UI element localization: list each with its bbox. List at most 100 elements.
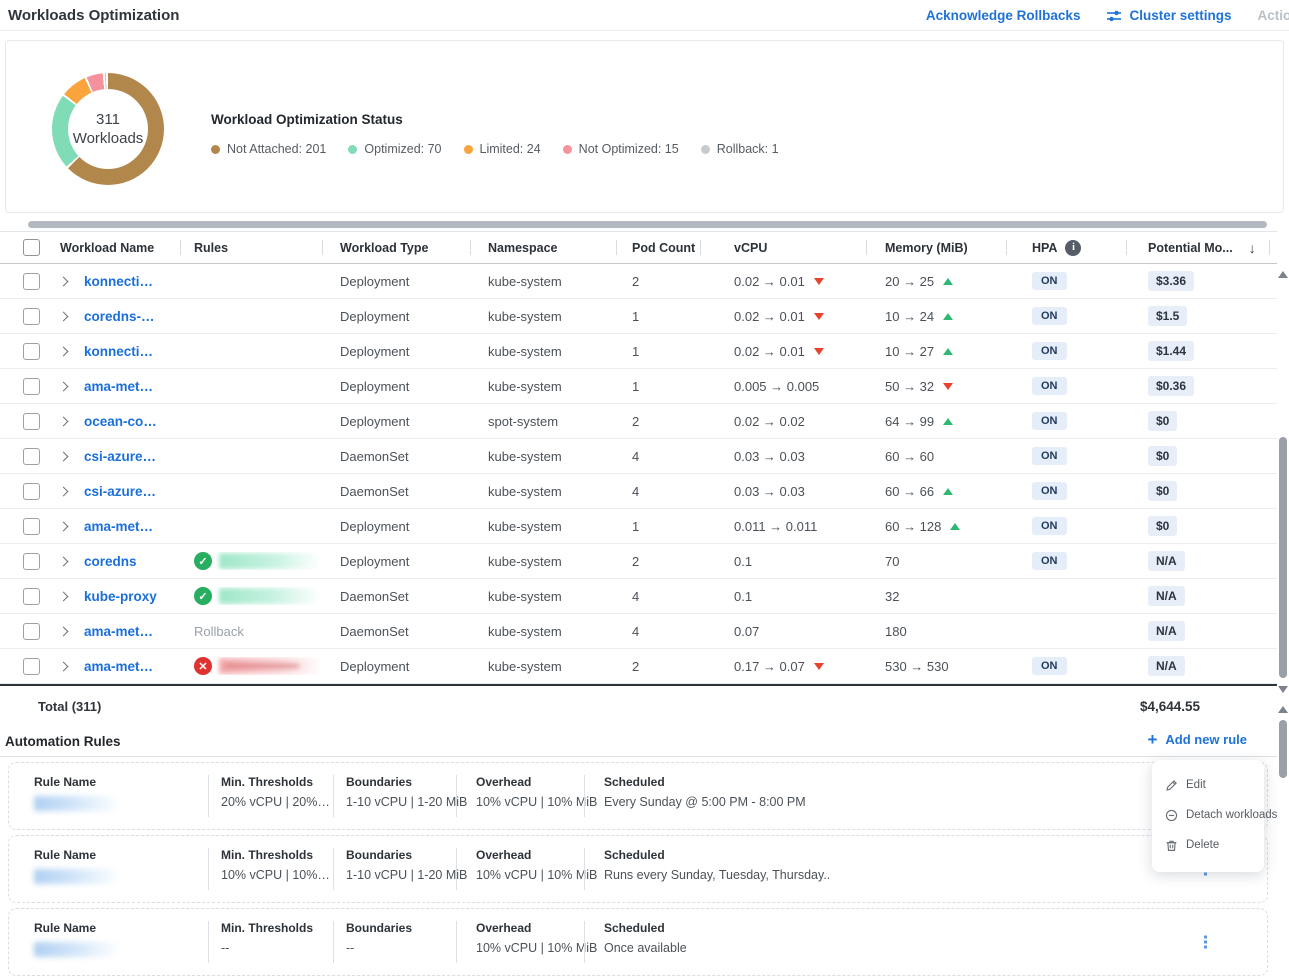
workload-name-link[interactable]: konnecti…: [84, 344, 153, 359]
row-checkbox[interactable]: [23, 378, 40, 395]
table-row: konnecti…Deploymentkube-system20.02 → 0.…: [0, 264, 1277, 299]
acknowledge-rollbacks-button[interactable]: Acknowledge Rollbacks: [919, 8, 1080, 24]
trend-down-icon: [814, 348, 824, 355]
potential-savings-badge: $0: [1148, 516, 1177, 536]
rules-vertical-scrollbar[interactable]: [1277, 700, 1289, 976]
workload-type-cell: Deployment: [322, 309, 470, 324]
header-cell-potential-savings[interactable]: Potential Mo...↓: [1126, 232, 1277, 263]
expand-row-icon[interactable]: [59, 626, 69, 636]
vcpu-cell: 0.02 → 0.01: [700, 274, 866, 289]
expand-row-icon[interactable]: [59, 451, 69, 461]
sort-descending-icon[interactable]: ↓: [1249, 240, 1256, 256]
workload-status-donut-chart: 311 Workloads: [52, 73, 164, 185]
scroll-up-icon[interactable]: [1278, 706, 1288, 713]
table-horizontal-scrollbar[interactable]: [0, 221, 1277, 229]
expand-row-icon[interactable]: [59, 661, 69, 671]
expand-row-icon[interactable]: [59, 346, 69, 356]
row-checkbox[interactable]: [23, 658, 40, 675]
hpa-on-badge: ON: [1032, 377, 1067, 395]
header-cell-checkbox: [0, 232, 48, 263]
namespace-cell: spot-system: [470, 414, 616, 429]
workload-type-cell: Deployment: [322, 519, 470, 534]
potential-savings-badge: N/A: [1148, 656, 1185, 676]
potential-savings-badge: $0: [1148, 446, 1177, 466]
pod-count-cell: 1: [616, 344, 700, 359]
table-total-row: Total (311) $4,644.55: [0, 684, 1277, 726]
workload-name-link[interactable]: ama-met…: [84, 624, 153, 639]
cluster-settings-button[interactable]: Cluster settings: [1106, 8, 1231, 24]
row-checkbox[interactable]: [23, 623, 40, 640]
table-row: ama-met…Deploymentkube-system10.011 → 0.…: [0, 509, 1277, 544]
expand-row-icon[interactable]: [59, 556, 69, 566]
row-checkbox[interactable]: [23, 483, 40, 500]
workload-name-link[interactable]: csi-azure…: [84, 484, 156, 499]
memory-cell: 32: [866, 589, 1006, 604]
workload-name-link[interactable]: ama-met…: [84, 379, 153, 394]
select-all-checkbox[interactable]: [23, 239, 40, 256]
menu-item-delete[interactable]: Delete: [1152, 830, 1264, 860]
legend-item: Not Optimized: 15: [563, 142, 679, 156]
row-checkbox[interactable]: [23, 588, 40, 605]
menu-item-edit[interactable]: Edit: [1152, 770, 1264, 800]
hpa-info-icon[interactable]: i: [1065, 240, 1081, 256]
legend-dot-icon: [464, 145, 473, 154]
expand-row-icon[interactable]: [59, 311, 69, 321]
trend-up-icon: [943, 418, 953, 425]
menu-item-detach-workloads[interactable]: Detach workloads: [1152, 800, 1264, 830]
row-checkbox[interactable]: [23, 448, 40, 465]
workload-type-cell: Deployment: [322, 659, 470, 674]
expand-row-icon[interactable]: [59, 416, 69, 426]
workload-name-link[interactable]: ocean-co…: [84, 414, 157, 429]
row-checkbox[interactable]: [23, 273, 40, 290]
expand-row-icon[interactable]: [59, 591, 69, 601]
horizontal-scrollbar-thumb[interactable]: [28, 221, 1267, 228]
workload-name-link[interactable]: ama-met…: [84, 519, 153, 534]
expand-row-icon[interactable]: [59, 381, 69, 391]
actions-button[interactable]: Actions: [1257, 8, 1289, 23]
vcpu-cell: 0.02 → 0.02: [700, 414, 866, 429]
workload-name-link[interactable]: coredns-…: [84, 309, 155, 324]
vcpu-cell: 0.07: [700, 624, 866, 639]
row-checkbox[interactable]: [23, 343, 40, 360]
workload-name-link[interactable]: konnecti…: [84, 274, 153, 289]
scroll-up-icon[interactable]: [1278, 271, 1288, 278]
vcpu-cell: 0.03 → 0.03: [700, 449, 866, 464]
row-checkbox[interactable]: [23, 413, 40, 430]
hpa-on-badge: ON: [1032, 307, 1067, 325]
vertical-scrollbar-thumb[interactable]: [1279, 437, 1287, 678]
table-row: kube-proxy✓DaemonSetkube-system40.132N/A: [0, 579, 1277, 614]
workload-name-link[interactable]: ama-met…: [84, 659, 153, 674]
hpa-cell: ON: [1006, 552, 1126, 570]
vcpu-cell: 0.1: [700, 554, 866, 569]
namespace-cell: kube-system: [470, 274, 616, 289]
vcpu-cell: 0.02 → 0.01: [700, 309, 866, 324]
expand-row-icon[interactable]: [59, 521, 69, 531]
automation-rules-header: Automation Rules + Add new rule: [0, 727, 1277, 757]
legend-item: Limited: 24: [464, 142, 541, 156]
namespace-cell: kube-system: [470, 379, 616, 394]
scroll-down-icon[interactable]: [1278, 686, 1288, 693]
row-checkbox[interactable]: [23, 518, 40, 535]
row-checkbox[interactable]: [23, 553, 40, 570]
table-vertical-scrollbar[interactable]: [1277, 265, 1289, 700]
workload-name-link[interactable]: kube-proxy: [84, 589, 157, 604]
table-row: coredns-…Deploymentkube-system10.02 → 0.…: [0, 299, 1277, 334]
header-cell-workload-name: Workload Name: [48, 232, 180, 263]
expand-row-icon[interactable]: [59, 486, 69, 496]
add-new-rule-button[interactable]: + Add new rule: [1147, 731, 1247, 748]
memory-cell: 60 → 66: [866, 484, 1006, 499]
rule-overhead-column: Overhead10% vCPU | 10% MiB: [476, 848, 597, 882]
trend-up-icon: [943, 313, 953, 320]
vcpu-cell: 0.17 → 0.07: [700, 659, 866, 674]
hpa-on-badge: ON: [1032, 412, 1067, 430]
rule-more-actions-button[interactable]: [1200, 932, 1211, 953]
pod-count-cell: 2: [616, 659, 700, 674]
expand-row-icon[interactable]: [59, 276, 69, 286]
vertical-scrollbar-thumb[interactable]: [1279, 720, 1287, 778]
row-checkbox[interactable]: [23, 308, 40, 325]
workload-name-link[interactable]: csi-azure…: [84, 449, 156, 464]
legend-item: Rollback: 1: [701, 142, 779, 156]
legend-dot-icon: [211, 145, 220, 154]
workload-name-link[interactable]: coredns: [84, 554, 137, 569]
trend-up-icon: [943, 348, 953, 355]
